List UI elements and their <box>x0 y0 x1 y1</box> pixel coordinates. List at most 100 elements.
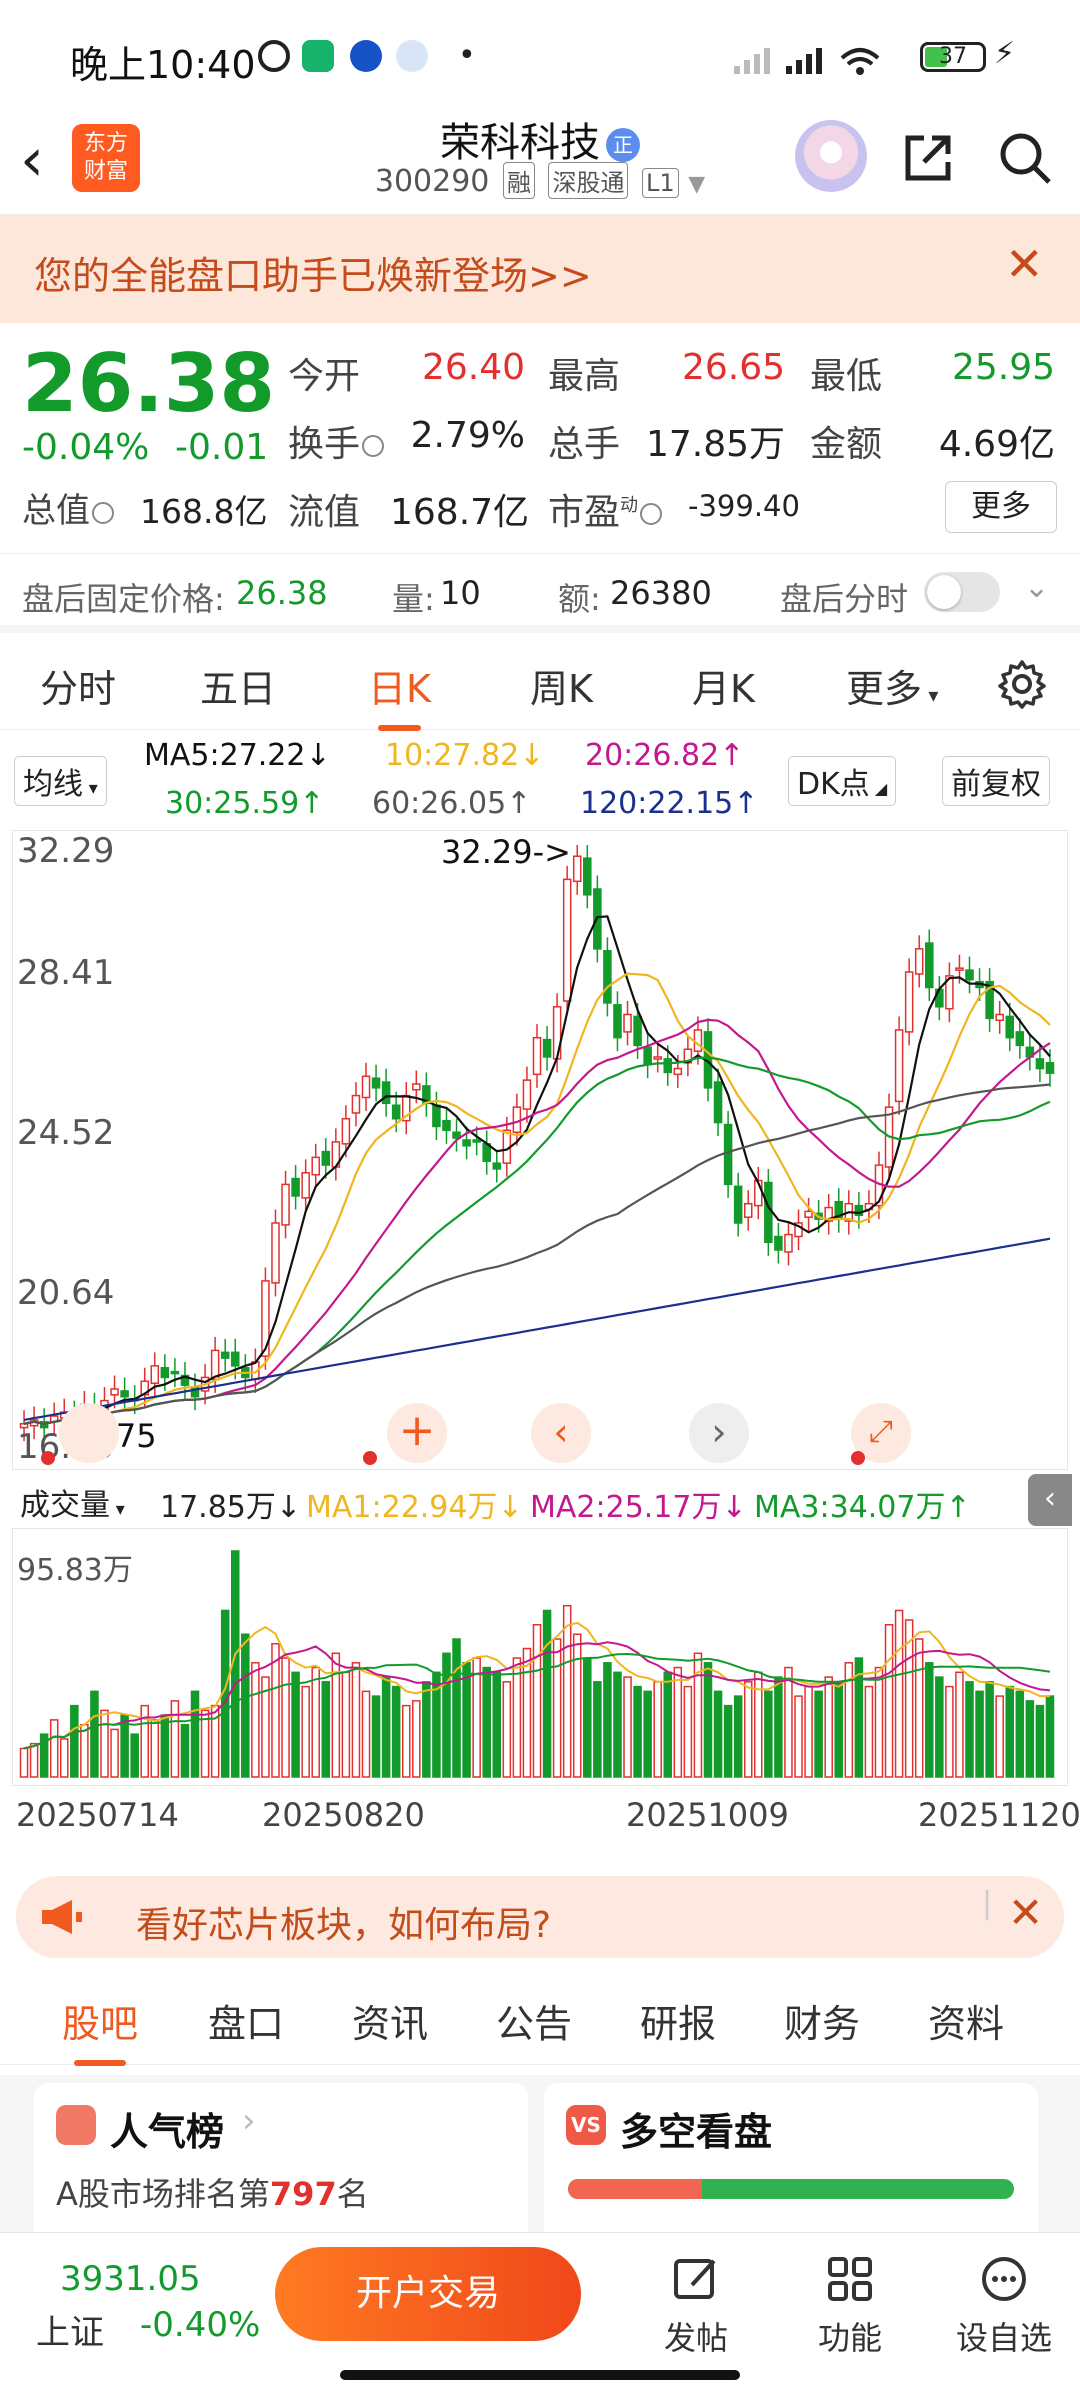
close-icon[interactable]: ✕ <box>1008 1888 1043 1937</box>
vs-icon: VS <box>566 2105 606 2145</box>
adjust-button[interactable]: 前复权 <box>942 756 1050 806</box>
gear-icon[interactable] <box>996 658 1048 710</box>
tab-five-day[interactable]: 五日 <box>200 658 276 713</box>
scroll-right-button[interactable]: › <box>689 1403 749 1463</box>
tab-announcement[interactable]: 公告 <box>496 1993 572 2048</box>
post-button[interactable]: 发帖 <box>636 2253 756 2359</box>
volume-bar <box>301 1685 310 1778</box>
tag-connect: 深股通 <box>548 162 629 199</box>
volume-bar <box>965 1681 974 1778</box>
volume-bar <box>804 1685 813 1778</box>
candle-body <box>522 1079 532 1110</box>
collapse-panel-button[interactable]: ‹ <box>1028 1474 1072 1526</box>
volume-bar <box>643 1690 652 1778</box>
volume-bar <box>784 1666 793 1778</box>
assistant-banner[interactable]: 您的全能盘口助手已焕新登场>> ✕ <box>0 215 1080 323</box>
candle-body <box>512 1106 522 1134</box>
tab-handicap[interactable]: 盘口 <box>208 1993 284 2048</box>
close-icon[interactable]: ✕ <box>1005 237 1044 291</box>
ma5-value: MA5:27.22↓ <box>144 738 331 773</box>
volume-bar <box>19 1747 29 1778</box>
volume-select[interactable]: 成交量 ▾ <box>12 1478 133 1526</box>
share-icon[interactable] <box>900 130 956 186</box>
tab-timeshare[interactable]: 分时 <box>40 658 116 713</box>
volume-bar <box>683 1685 693 1778</box>
tab-monthly-k[interactable]: 月K <box>692 658 755 713</box>
volume-bar <box>874 1666 884 1778</box>
kline-svg[interactable] <box>13 831 1069 1471</box>
bull-bear-title: 多空看盘 <box>620 2110 773 2154</box>
tab-news[interactable]: 资讯 <box>352 1993 428 2048</box>
function-button[interactable]: 功能 <box>790 2253 910 2359</box>
ma30-value: 30:25.59↑ <box>165 786 325 821</box>
kline-chart[interactable]: 32.29 28.41 24.52 20.64 16.75 32.29-> 16… <box>12 830 1068 1470</box>
search-icon[interactable] <box>995 128 1055 188</box>
volume-bar <box>663 1671 673 1778</box>
volume-bar <box>522 1647 532 1778</box>
cards-section: 人气榜 › A股市场排名第797名 VS 多空看盘 <box>0 2075 1080 2235</box>
candle-body <box>220 1351 230 1359</box>
popularity-card[interactable]: 人气榜 › A股市场排名第797名 <box>34 2083 528 2235</box>
zoom-in-button[interactable]: + <box>387 1403 447 1463</box>
volume-bar <box>130 1733 139 1778</box>
volume-svg[interactable] <box>13 1529 1069 1787</box>
pe-label[interactable]: 市盈动 <box>548 483 663 535</box>
index-name[interactable]: 上证 <box>36 2305 104 2354</box>
tab-research[interactable]: 研报 <box>640 1993 716 2048</box>
post-label: 发帖 <box>663 2319 728 2357</box>
candle-body <box>532 1036 542 1076</box>
candle-body <box>281 1183 290 1226</box>
candle-body <box>673 1067 683 1076</box>
volume-bar <box>673 1666 683 1778</box>
volume-bar <box>985 1681 994 1778</box>
volume-bar <box>935 1676 944 1778</box>
assistant-avatar[interactable] <box>795 120 867 192</box>
volume-bar <box>774 1676 783 1778</box>
candle-body <box>653 1056 662 1060</box>
battery-icon: 37 <box>920 42 986 72</box>
function-label: 功能 <box>817 2319 882 2357</box>
candle-body <box>733 1185 743 1224</box>
zoom-out-button[interactable] <box>59 1403 119 1463</box>
after-timeshare-toggle[interactable] <box>924 572 1000 612</box>
ma5-line <box>23 915 1051 1425</box>
bull-bear-card[interactable]: VS 多空看盘 <box>544 2083 1038 2235</box>
tab-daily-k[interactable]: 日K <box>368 658 431 731</box>
volume-bar <box>824 1676 833 1778</box>
x-tick-label: 20251009 <box>626 1796 789 1834</box>
volume-header: 成交量 ▾ 17.85万↓ MA1:22.94万↓ MA2:25.17万↓ MA… <box>0 1470 1080 1528</box>
home-indicator[interactable] <box>340 2370 740 2380</box>
tab-more[interactable]: 更多 ▾ <box>846 658 938 713</box>
volume-bar <box>542 1609 552 1778</box>
volume-bar <box>1005 1685 1015 1778</box>
candle-body <box>321 1150 331 1166</box>
index-value[interactable]: 3931.05 <box>60 2259 201 2299</box>
chevron-down-icon[interactable]: ⌄ <box>1024 570 1049 605</box>
ma-select[interactable]: 均线 ▾ <box>14 756 107 806</box>
turnover-label[interactable]: 换手 <box>288 415 385 467</box>
mcap-label[interactable]: 总值 <box>22 483 114 532</box>
popularity-rank: A股市场排名第797名 <box>56 2175 369 2213</box>
dropdown-icon[interactable]: ▼ <box>688 172 705 197</box>
more-button[interactable]: 更多 <box>945 481 1057 533</box>
tab-profile[interactable]: 资料 <box>928 1993 1004 2048</box>
candle-body <box>774 1235 783 1251</box>
promo-banner[interactable]: 看好芯片板块，如何布局? | ✕ <box>16 1876 1064 1958</box>
dk-point-button[interactable]: DK点 ◢ <box>788 756 897 806</box>
tab-finance[interactable]: 财务 <box>784 1993 860 2048</box>
scroll-left-button[interactable]: ‹ <box>531 1403 591 1463</box>
open-account-button[interactable]: 开户交易 <box>275 2247 581 2341</box>
tab-forum[interactable]: 股吧 <box>62 1993 138 2066</box>
index-change[interactable]: -0.40% <box>140 2305 260 2345</box>
watchlist-button[interactable]: 设自选 <box>944 2253 1064 2359</box>
candle-body <box>1015 1031 1025 1047</box>
tab-weekly-k[interactable]: 周K <box>530 658 593 713</box>
browser-app-icon <box>350 40 382 72</box>
promo-text[interactable]: 看好芯片板块，如何布局? <box>136 1896 551 1948</box>
ma10-value: 10:27.82↓ <box>385 738 545 773</box>
volume-value: 17.85万 <box>645 424 785 465</box>
turnover-value: 2.79% <box>410 415 525 456</box>
volume-bar <box>1015 1690 1025 1778</box>
banner-text[interactable]: 您的全能盘口助手已焕新登场>> <box>34 245 592 300</box>
volume-chart[interactable]: 95.83万 <box>12 1528 1068 1786</box>
